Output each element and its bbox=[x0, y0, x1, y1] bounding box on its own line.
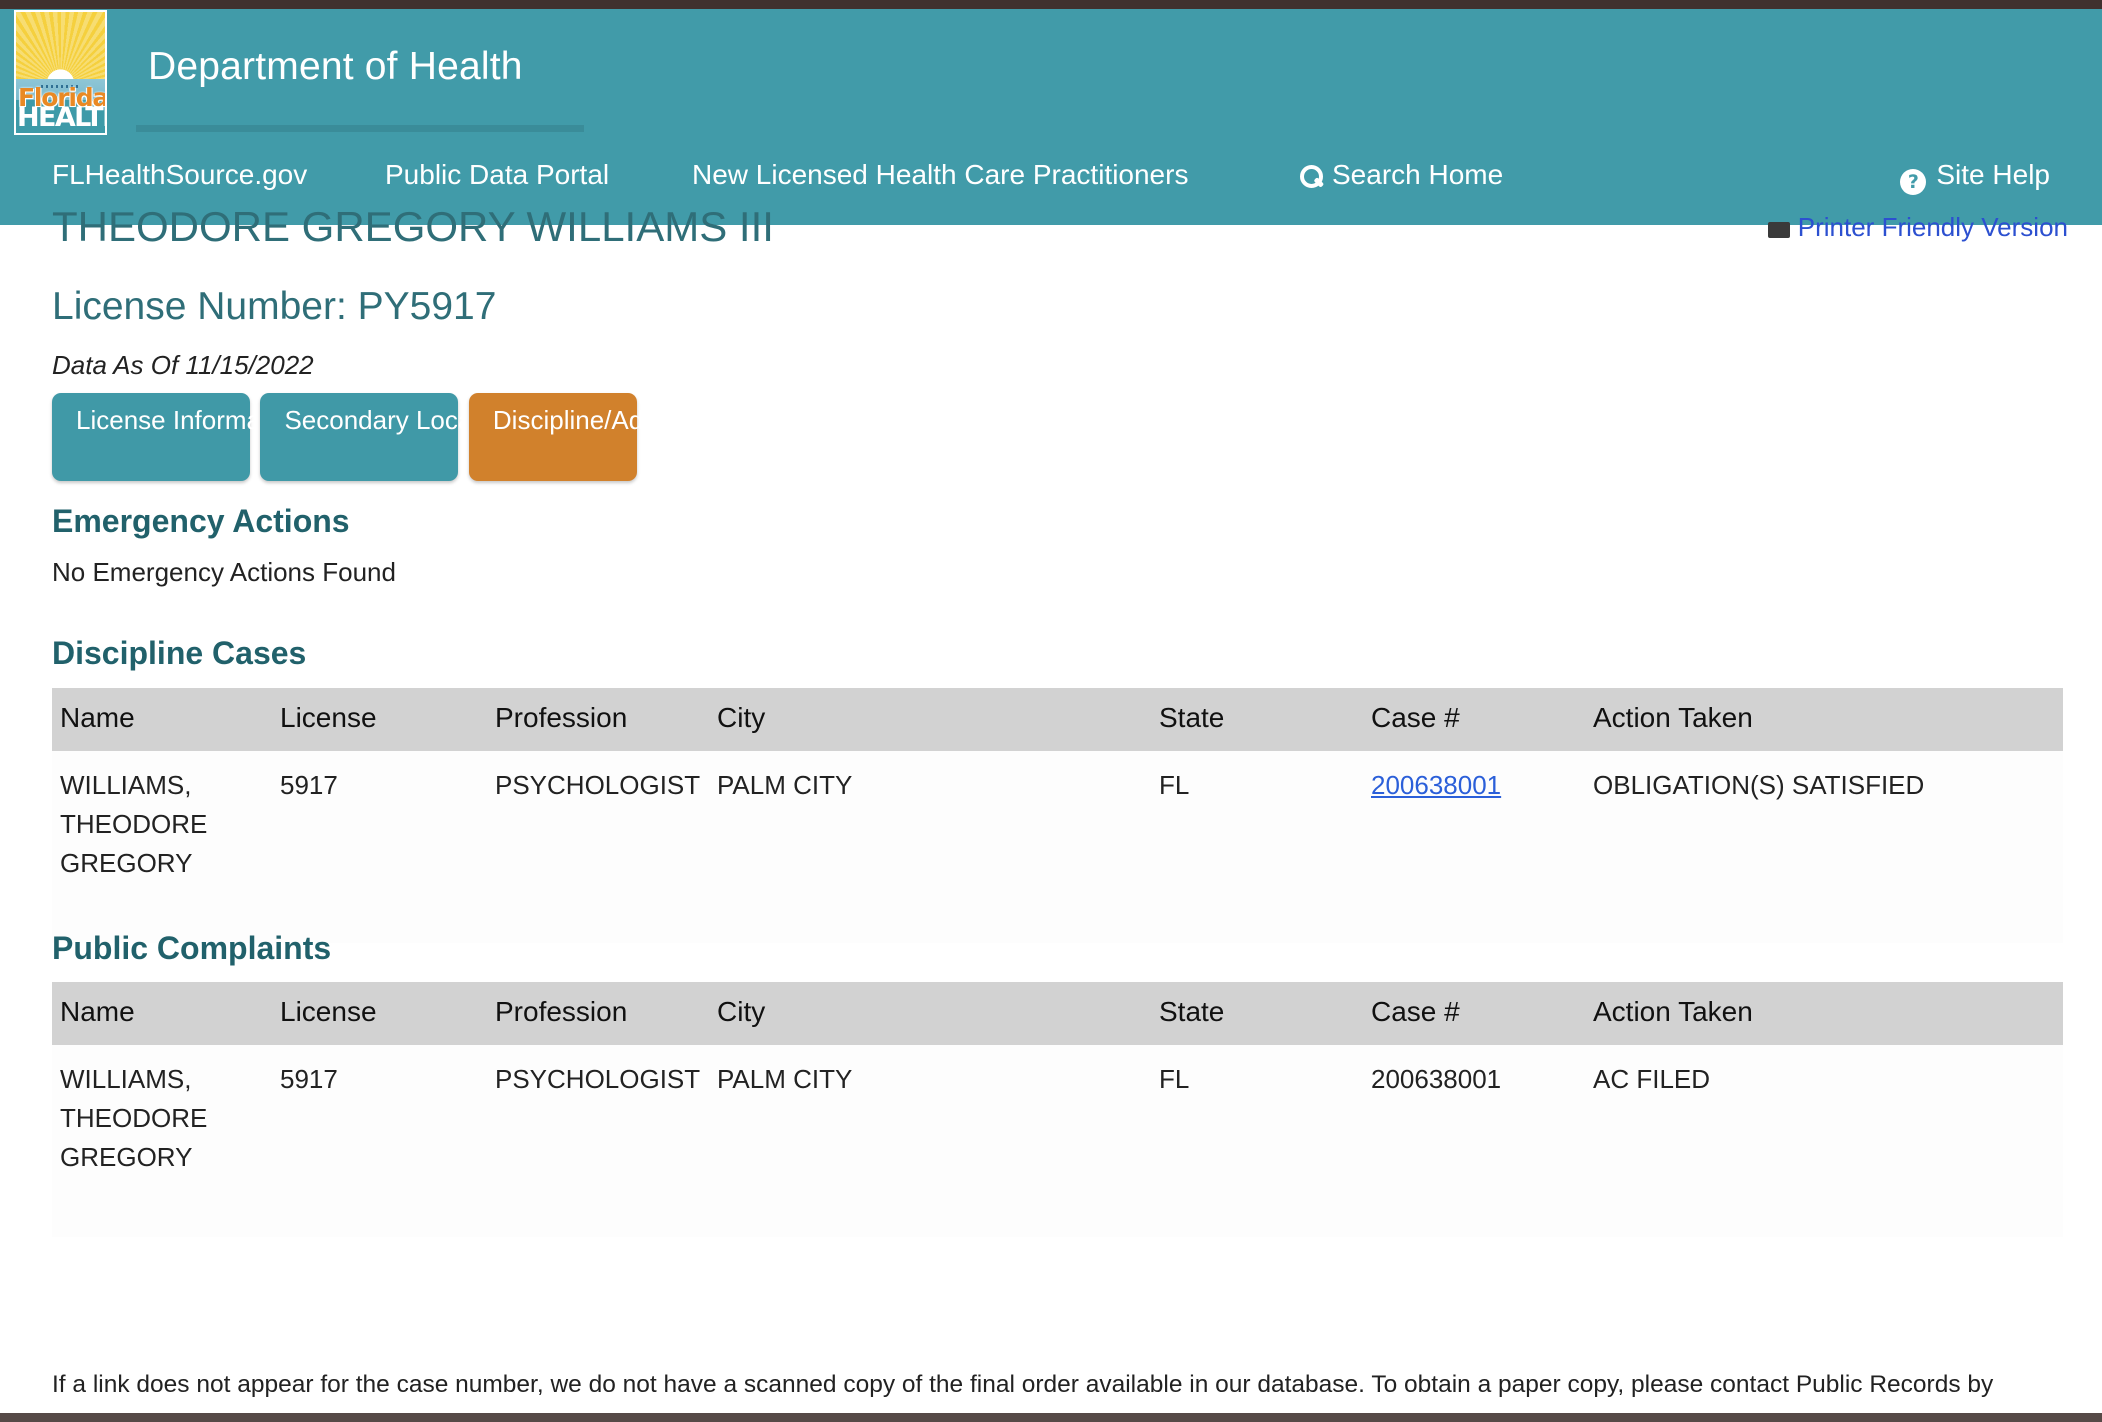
cell-action-taken: OBLIGATION(S) SATISFIED bbox=[1585, 751, 2063, 943]
cell-state: FL bbox=[1151, 1045, 1363, 1237]
cell-city: PALM CITY bbox=[709, 751, 1151, 943]
page-root: Florida HEALTH Department of Health FLHe… bbox=[0, 0, 2102, 1422]
tab-license-information[interactable]: License Information bbox=[52, 393, 303, 481]
case-number-link[interactable]: 200638001 bbox=[1371, 770, 1501, 800]
nav-link-site-help[interactable]: ? Site Help bbox=[1900, 155, 2050, 195]
column-header-case: Case # bbox=[1363, 688, 1585, 751]
nav-help-label: Site Help bbox=[1936, 159, 2050, 190]
column-header-profession: Profession bbox=[487, 688, 709, 751]
cell-city: PALM CITY bbox=[709, 1045, 1151, 1237]
cell-profession: PSYCHOLOGIST bbox=[487, 751, 709, 943]
cell-license: 5917 bbox=[272, 1045, 487, 1237]
nav-search-label: Search Home bbox=[1332, 159, 1504, 190]
cell-case: 200638001 bbox=[1363, 1045, 1585, 1237]
tab-secondary-locations[interactable]: Secondary Locations bbox=[260, 393, 527, 481]
cell-action-taken: AC FILED bbox=[1585, 1045, 2063, 1237]
top-accent-strip bbox=[0, 0, 2102, 9]
cell-name: WILLIAMS, THEODORE GREGORY bbox=[52, 1045, 272, 1237]
logo-health-text: HEALTH bbox=[17, 102, 105, 133]
florida-health-logo[interactable]: Florida HEALTH bbox=[14, 10, 107, 135]
table-header-row: Name License Profession City State Case … bbox=[52, 688, 2063, 751]
column-header-license: License bbox=[272, 688, 487, 751]
column-header-license: License bbox=[272, 982, 487, 1045]
cell-license: 5917 bbox=[272, 751, 487, 943]
printer-link-label: Printer Friendly Version bbox=[1797, 212, 2068, 242]
column-header-action: Action Taken bbox=[1585, 688, 2063, 751]
title-divider bbox=[136, 125, 584, 132]
department-title: Department of Health bbox=[148, 45, 523, 88]
discipline-cases-table: Name License Profession City State Case … bbox=[52, 688, 2063, 943]
column-header-profession: Profession bbox=[487, 982, 709, 1045]
cell-name: WILLIAMS, THEODORE GREGORY bbox=[52, 751, 272, 943]
column-header-state: State bbox=[1151, 982, 1363, 1045]
search-icon bbox=[1300, 165, 1323, 188]
column-header-name: Name bbox=[52, 688, 272, 751]
column-header-state: State bbox=[1151, 688, 1363, 751]
table-header-row: Name License Profession City State Case … bbox=[52, 982, 2063, 1045]
bottom-accent-strip bbox=[0, 1413, 2102, 1422]
nav-link-search-home[interactable]: Search Home bbox=[1300, 155, 1503, 195]
table-row: WILLIAMS, THEODORE GREGORY 5917 PSYCHOLO… bbox=[52, 1045, 2063, 1237]
site-header: Florida HEALTH Department of Health FLHe… bbox=[0, 9, 2102, 225]
column-header-action: Action Taken bbox=[1585, 982, 2063, 1045]
public-complaints-heading: Public Complaints bbox=[52, 930, 332, 966]
tab-bar: License Information Secondary Locations … bbox=[52, 393, 763, 481]
discipline-cases-heading: Discipline Cases bbox=[52, 635, 307, 671]
nav-link-flhealthsource[interactable]: FLHealthSource.gov bbox=[52, 155, 307, 195]
license-number-label: License Number: PY5917 bbox=[52, 285, 497, 328]
data-as-of-label: Data As Of 11/15/2022 bbox=[52, 350, 314, 380]
cell-profession: PSYCHOLOGIST bbox=[487, 1045, 709, 1237]
column-header-city: City bbox=[709, 688, 1151, 751]
sunburst-icon bbox=[16, 12, 105, 86]
column-header-name: Name bbox=[52, 982, 272, 1045]
emergency-actions-empty-text: No Emergency Actions Found bbox=[52, 557, 396, 587]
nav-link-public-data-portal[interactable]: Public Data Portal bbox=[385, 155, 609, 195]
public-complaints-table: Name License Profession City State Case … bbox=[52, 982, 2063, 1237]
printer-friendly-version-link[interactable]: Printer Friendly Version bbox=[1767, 212, 2068, 243]
emergency-actions-heading: Emergency Actions bbox=[52, 503, 350, 539]
nav-link-new-licensed-practitioners[interactable]: New Licensed Health Care Practitioners bbox=[692, 155, 1188, 195]
table-row: WILLIAMS, THEODORE GREGORY 5917 PSYCHOLO… bbox=[52, 751, 2063, 943]
cell-case: 200638001 bbox=[1363, 751, 1585, 943]
tab-discipline-admin-action[interactable]: Discipline/Admin Action bbox=[468, 393, 763, 481]
column-header-case: Case # bbox=[1363, 982, 1585, 1045]
cell-state: FL bbox=[1151, 751, 1363, 943]
page-title: THEODORE GREGORY WILLIAMS III bbox=[52, 203, 774, 250]
question-mark-circle-icon: ? bbox=[1900, 169, 1927, 195]
column-header-city: City bbox=[709, 982, 1151, 1045]
printer-icon bbox=[1767, 222, 1790, 238]
